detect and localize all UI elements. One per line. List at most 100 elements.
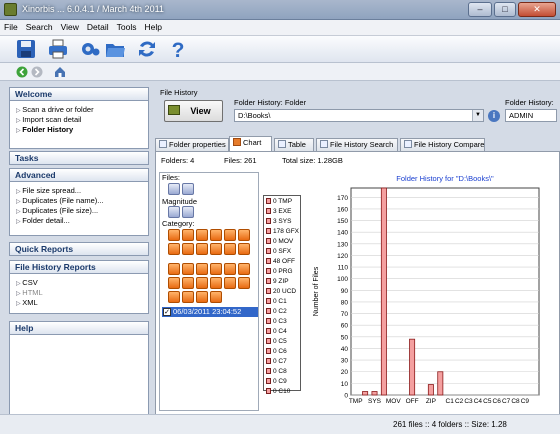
sidebar-item-html[interactable]: HTML — [16, 288, 142, 298]
panel-tasks-header[interactable]: Tasks — [9, 151, 149, 165]
maximize-button[interactable]: □ — [494, 2, 516, 17]
sidebar-item-dup-size[interactable]: Duplicates (File size)... — [16, 206, 142, 216]
panel-quick-reports-header[interactable]: Quick Reports — [9, 242, 149, 256]
tab-label: File History Compare — [414, 140, 485, 149]
x-tick-label: OFF — [406, 398, 419, 405]
y-tick-label: 140 — [337, 230, 348, 237]
y-tick-label: 40 — [341, 346, 349, 353]
y-tick-label: 150 — [337, 218, 348, 225]
y-tick-label: 30 — [341, 358, 349, 365]
chart-title: Folder History for "D:\Books\" — [396, 174, 494, 183]
sidebar-item-dup-name[interactable]: Duplicates (File name)... — [16, 196, 142, 206]
back-arrow-icon[interactable] — [16, 66, 28, 78]
view-icon — [168, 105, 180, 115]
menu-file[interactable]: File — [0, 20, 22, 32]
x-tick-label: C9 — [521, 398, 530, 405]
menu-detail[interactable]: Detail — [83, 20, 113, 32]
tab-table[interactable]: Table — [274, 138, 314, 151]
bar-zip — [427, 384, 434, 396]
y-tick-label: 70 — [341, 311, 349, 318]
save-icon[interactable] — [15, 38, 37, 60]
tab-label: Table — [288, 140, 306, 149]
svg-text:?: ? — [172, 39, 185, 60]
panel-welcome-body: Scan a drive or folder Import scan detai… — [9, 101, 149, 149]
panel-help-header[interactable]: Help — [9, 321, 149, 335]
x-tick-label: C8 — [511, 398, 520, 405]
chart-icon — [233, 138, 241, 146]
x-tick-label: C6 — [493, 398, 502, 405]
x-tick-label: C7 — [502, 398, 511, 405]
sidebar-item-folder-history[interactable]: Folder History — [16, 125, 142, 135]
x-tick-label: TMP — [349, 398, 363, 405]
user-select[interactable]: ADMIN — [505, 109, 557, 122]
menu-view[interactable]: View — [57, 20, 83, 32]
sidebar: Welcome Scan a drive or folder Import sc… — [9, 87, 149, 423]
sidebar-item-import[interactable]: Import scan detail — [16, 115, 142, 125]
folder-select-value: D:\Books\ — [238, 111, 271, 120]
home-icon[interactable] — [54, 66, 66, 78]
info-icon[interactable]: i — [488, 110, 500, 122]
y-tick-label: 110 — [338, 265, 349, 272]
sidebar-item-scan[interactable]: Scan a drive or folder — [16, 105, 142, 115]
bar-sys — [371, 391, 378, 396]
y-tick-label: 120 — [337, 253, 348, 260]
x-tick-label: MOV — [386, 398, 401, 405]
sidebar-item-csv[interactable]: CSV — [16, 278, 142, 288]
menu-tools[interactable]: Tools — [113, 20, 141, 32]
y-tick-label: 100 — [337, 276, 348, 283]
table-icon — [278, 140, 286, 148]
y-tick-label: 10 — [341, 381, 349, 388]
settings-icon[interactable] — [79, 38, 101, 60]
minimize-button[interactable]: – — [468, 2, 492, 17]
app-icon — [4, 3, 17, 16]
tab-bar: Folder properties Chart Table File Histo… — [155, 136, 560, 151]
user-history-label: Folder History: — [505, 98, 554, 107]
tab-chart[interactable]: Chart — [229, 136, 272, 151]
refresh-icon[interactable] — [136, 38, 158, 60]
x-tick-label: ZIP — [426, 398, 436, 405]
folder-select[interactable]: D:\Books\ ▼ — [234, 109, 484, 122]
help-icon[interactable]: ? — [167, 38, 189, 60]
panel-welcome-header[interactable]: Welcome — [9, 87, 149, 101]
chevron-down-icon: ▼ — [472, 110, 483, 121]
status-text: 261 files :: 4 folders :: Size: 1.28 — [393, 420, 507, 429]
open-folder-icon[interactable] — [104, 38, 126, 60]
y-tick-label: 160 — [337, 206, 348, 213]
bar-exe — [362, 391, 369, 396]
sidebar-item-size-spread[interactable]: File size spread... — [16, 186, 142, 196]
y-tick-label: 20 — [341, 369, 349, 376]
toolbar: ? — [0, 36, 560, 63]
tab-history-compare[interactable]: File History Compare — [400, 138, 485, 151]
title-bar: Xinorbis ... 6.0.4.1 / March 4th 2011 – … — [0, 0, 560, 20]
x-tick-label: C4 — [474, 398, 483, 405]
y-tick-label: 50 — [341, 334, 349, 341]
document-icon — [404, 140, 412, 148]
navigation-bar — [0, 63, 560, 81]
panel-history-reports-header[interactable]: File History Reports — [9, 260, 149, 274]
properties-icon — [159, 140, 167, 148]
tab-folder-properties[interactable]: Folder properties — [155, 138, 229, 151]
sidebar-item-folder-detail[interactable]: Folder detail... — [16, 216, 142, 226]
total-size: Total size: 1.28GB — [282, 156, 343, 165]
tab-label: File History Search — [330, 140, 394, 149]
x-tick-label: C1 — [446, 398, 455, 405]
y-tick-label: 170 — [337, 195, 348, 202]
y-axis-label: Number of Files — [313, 266, 320, 316]
forward-arrow-icon[interactable] — [31, 66, 43, 78]
tab-history-search[interactable]: File History Search — [316, 138, 398, 151]
file-history-label: File History — [160, 88, 198, 97]
x-tick-label: C2 — [455, 398, 464, 405]
panel-history-reports-body: CSV HTML XML — [9, 274, 149, 314]
bar-ucd — [437, 371, 444, 396]
sidebar-item-xml[interactable]: XML — [16, 298, 142, 308]
tab-label: Folder properties — [169, 140, 226, 149]
close-button[interactable]: ✕ — [518, 2, 556, 17]
panel-advanced-header[interactable]: Advanced — [9, 168, 149, 182]
menu-search[interactable]: Search — [22, 20, 57, 32]
status-bar: 261 files :: 4 folders :: Size: 1.28 — [0, 414, 560, 434]
print-icon[interactable] — [47, 38, 69, 60]
y-tick-label: 130 — [337, 241, 348, 248]
window-title: Xinorbis ... 6.0.4.1 / March 4th 2011 — [22, 4, 164, 14]
menu-help[interactable]: Help — [141, 20, 166, 32]
panel-help-body — [9, 335, 149, 421]
